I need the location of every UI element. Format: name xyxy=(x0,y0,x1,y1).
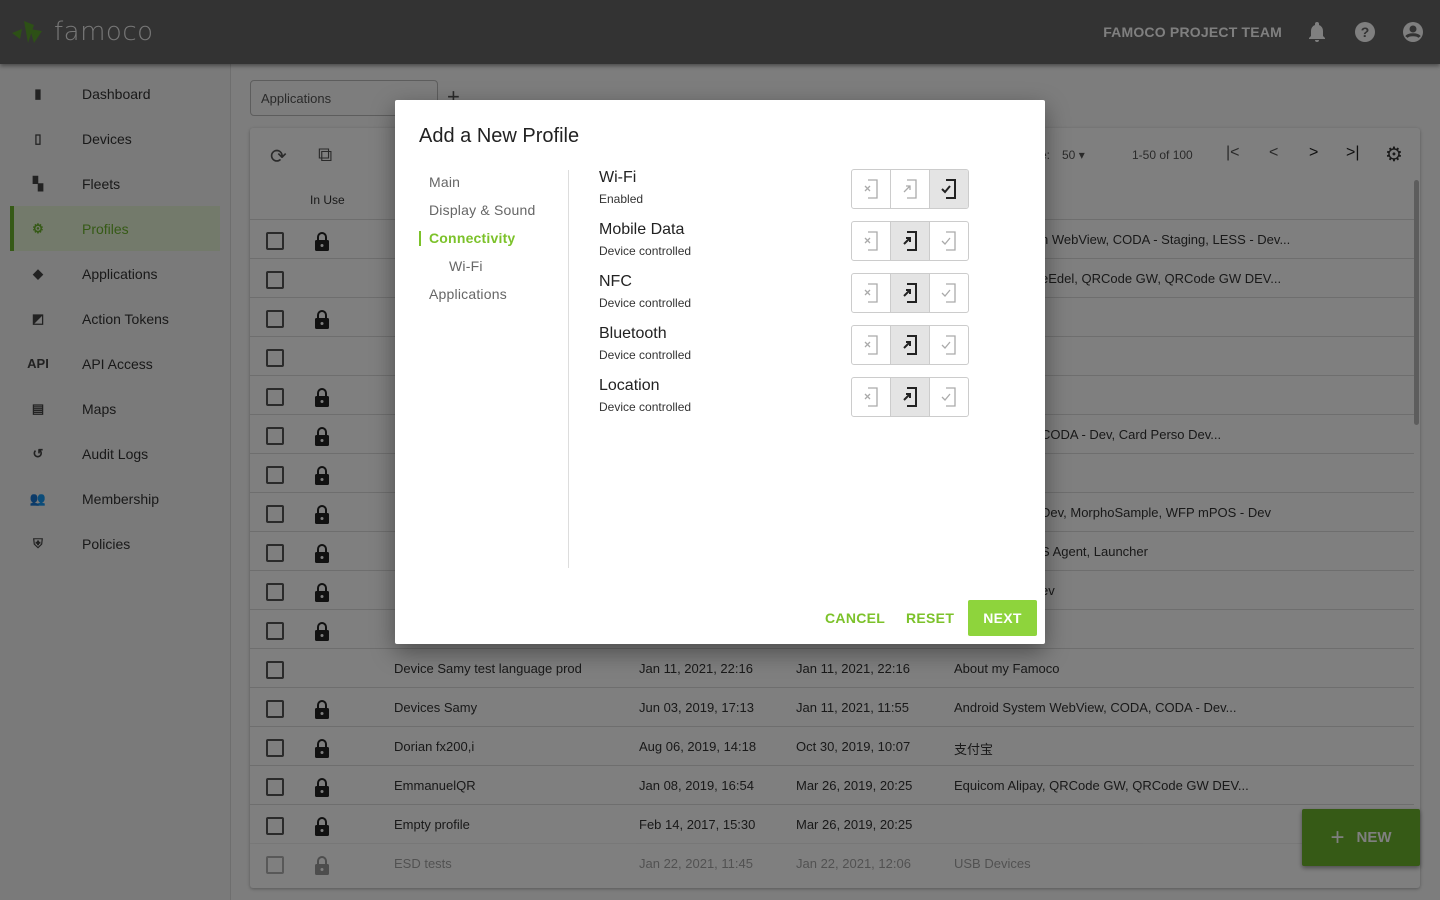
device-controlled-icon[interactable] xyxy=(891,222,930,260)
setting-toggle-group xyxy=(851,169,969,209)
setting-title: Wi-Fi xyxy=(599,169,637,186)
cancel-button[interactable]: CANCEL xyxy=(825,600,885,636)
setting-title: NFC xyxy=(599,273,632,290)
next-button[interactable]: NEXT xyxy=(968,600,1037,636)
setting-status: Device controlled xyxy=(599,400,692,414)
setting-status: Enabled xyxy=(599,192,644,206)
dialog-nav-connectivity[interactable]: Connectivity xyxy=(418,230,515,246)
setting-title: Location xyxy=(599,377,660,394)
device-controlled-icon[interactable] xyxy=(891,274,930,312)
add-profile-dialog: Add a New Profile CANCEL RESET NEXT Main… xyxy=(395,100,1045,644)
setting-toggle-group xyxy=(851,273,969,313)
device-controlled-icon[interactable] xyxy=(891,378,930,416)
setting-bluetooth: Bluetooth Device controlled xyxy=(599,325,691,362)
setting-mobile-data: Mobile Data Device controlled xyxy=(599,221,691,258)
device-controlled-icon[interactable] xyxy=(891,170,930,208)
dialog-title: Add a New Profile xyxy=(419,125,580,147)
reset-button[interactable]: RESET xyxy=(906,600,954,636)
setting-wi-fi: Wi-Fi Enabled xyxy=(599,169,643,206)
setting-status: Device controlled xyxy=(599,296,692,310)
dialog-nav-display-sound[interactable]: Display & Sound xyxy=(429,202,536,218)
disabled-icon[interactable] xyxy=(852,170,891,208)
dialog-nav-wi-fi[interactable]: Wi-Fi xyxy=(449,258,483,274)
setting-title: Mobile Data xyxy=(599,221,685,238)
setting-location: Location Device controlled xyxy=(599,377,691,414)
setting-status: Device controlled xyxy=(599,244,692,258)
setting-title: Bluetooth xyxy=(599,325,667,342)
setting-toggle-group xyxy=(851,377,969,417)
enabled-icon[interactable] xyxy=(930,274,968,312)
disabled-icon[interactable] xyxy=(852,326,891,364)
divider xyxy=(568,170,569,568)
enabled-icon[interactable] xyxy=(930,326,968,364)
disabled-icon[interactable] xyxy=(852,222,891,260)
disabled-icon[interactable] xyxy=(852,274,891,312)
enabled-icon[interactable] xyxy=(930,222,968,260)
setting-status: Device controlled xyxy=(599,348,692,362)
enabled-icon[interactable] xyxy=(930,378,968,416)
disabled-icon[interactable] xyxy=(852,378,891,416)
dialog-nav-applications[interactable]: Applications xyxy=(429,286,507,302)
enabled-icon[interactable] xyxy=(930,170,968,208)
dialog-nav-main[interactable]: Main xyxy=(429,174,460,190)
device-controlled-icon[interactable] xyxy=(891,326,930,364)
setting-nfc: NFC Device controlled xyxy=(599,273,691,310)
setting-toggle-group xyxy=(851,325,969,365)
setting-toggle-group xyxy=(851,221,969,261)
